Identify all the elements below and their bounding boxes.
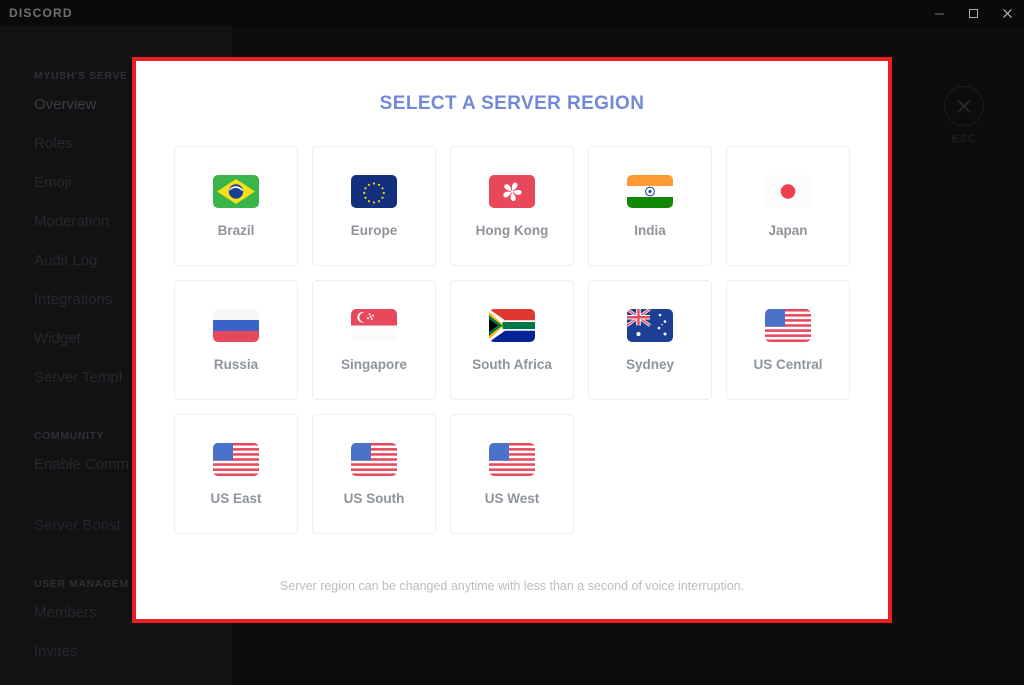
minimize-icon[interactable] <box>922 0 956 26</box>
flag-hongkong-icon <box>489 174 535 208</box>
region-card[interactable]: Hong Kong <box>450 146 574 266</box>
region-label: US Central <box>753 356 823 372</box>
region-label: Brazil <box>217 222 255 238</box>
region-card[interactable]: US East <box>174 414 298 534</box>
flag-southafrica-icon <box>489 308 535 342</box>
region-label: India <box>634 222 666 238</box>
flag-usa-icon <box>213 442 259 476</box>
region-card[interactable]: Sydney <box>588 280 712 400</box>
flag-brazil-icon <box>213 174 259 208</box>
maximize-icon[interactable] <box>956 0 990 26</box>
region-card[interactable]: Singapore <box>312 280 436 400</box>
region-card[interactable]: US West <box>450 414 574 534</box>
region-label: Europe <box>350 222 398 238</box>
discord-wordmark: DISCORD <box>9 6 73 20</box>
region-label: Hong Kong <box>475 222 549 238</box>
discord-window: DISCORD MYUSH'S SERVE Overview Roles Emo… <box>0 0 1024 685</box>
region-card[interactable]: Russia <box>174 280 298 400</box>
modal-body: SELECT A SERVER REGION Brazil Europe Hon… <box>136 61 888 619</box>
flag-usa-icon <box>351 442 397 476</box>
flag-europe-icon <box>351 174 397 208</box>
modal-title: SELECT A SERVER REGION <box>379 93 645 114</box>
close-icon[interactable] <box>990 0 1024 26</box>
region-label: Russia <box>213 356 259 372</box>
region-label: US South <box>343 490 405 506</box>
modal-close-esc[interactable]: ESC <box>934 86 994 145</box>
flag-usa-icon <box>489 442 535 476</box>
flag-singapore-icon <box>351 308 397 342</box>
window-controls <box>922 0 1024 26</box>
region-label: Sydney <box>625 356 675 372</box>
region-card[interactable]: Japan <box>726 146 850 266</box>
flag-australia-icon <box>627 308 673 342</box>
region-label: South Africa <box>472 356 552 372</box>
region-card[interactable]: South Africa <box>450 280 574 400</box>
close-icon[interactable] <box>944 86 984 126</box>
esc-label: ESC <box>951 133 977 145</box>
server-region-modal: SELECT A SERVER REGION Brazil Europe Hon… <box>132 57 892 623</box>
region-card[interactable]: US South <box>312 414 436 534</box>
title-bar: DISCORD <box>0 0 1024 26</box>
region-card[interactable]: US Central <box>726 280 850 400</box>
flag-india-icon <box>627 174 673 208</box>
region-label: US East <box>210 490 262 506</box>
region-label: Japan <box>768 222 808 238</box>
region-grid: Brazil Europe Hong Kong India Japan Russia … <box>174 146 850 534</box>
region-label: Singapore <box>340 356 407 372</box>
region-card[interactable]: Europe <box>312 146 436 266</box>
flag-usa-icon <box>765 308 811 342</box>
flag-japan-icon <box>765 174 811 208</box>
modal-footer-note: Server region can be changed anytime wit… <box>279 579 745 593</box>
region-card[interactable]: Brazil <box>174 146 298 266</box>
sidebar-item-invites[interactable]: Invites <box>0 643 232 660</box>
region-label: US West <box>484 490 540 506</box>
region-card[interactable]: India <box>588 146 712 266</box>
flag-russia-icon <box>213 308 259 342</box>
